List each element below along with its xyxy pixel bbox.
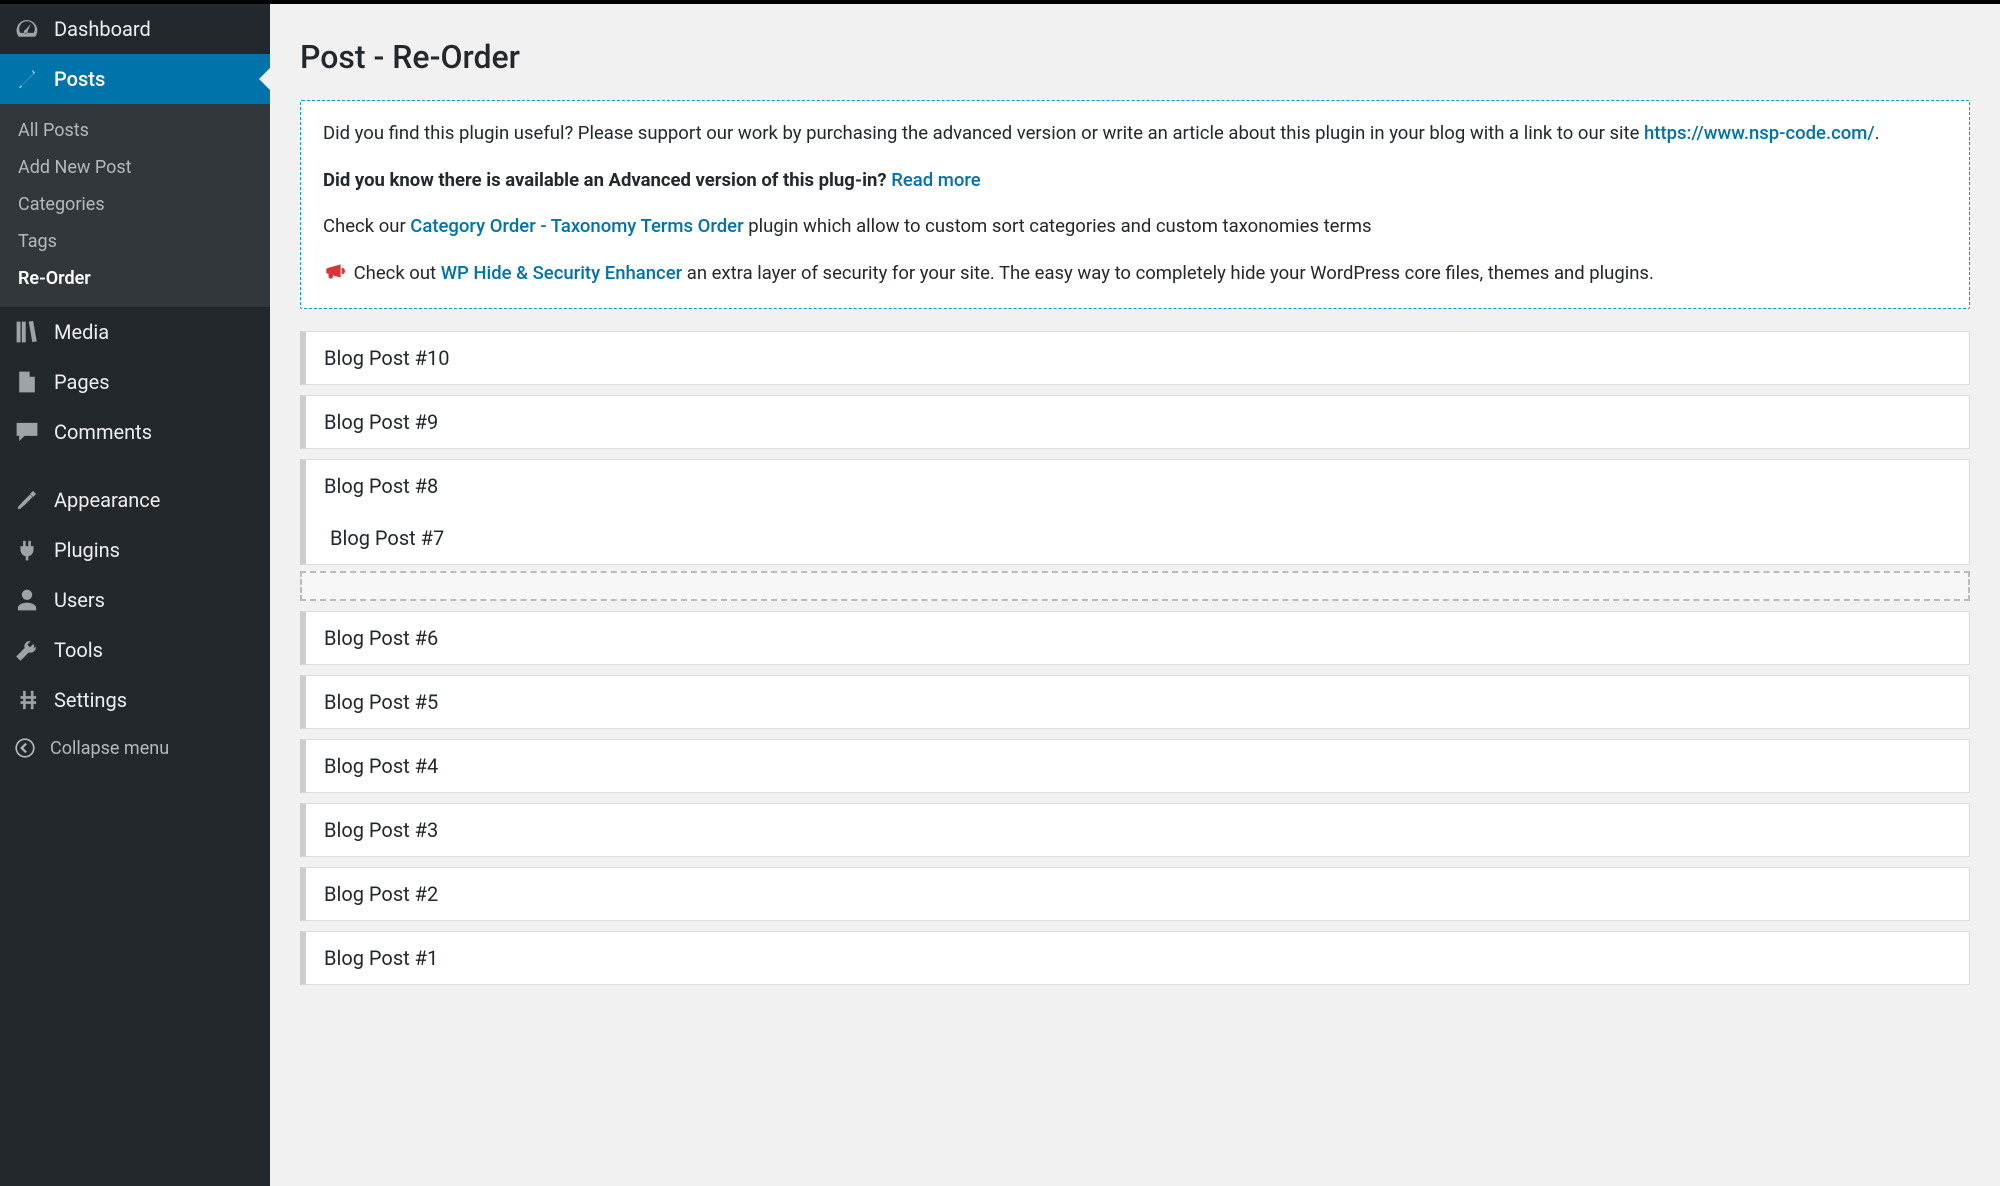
menu-plugins[interactable]: Plugins [0,525,270,575]
sortable-item[interactable]: Blog Post #10 [300,331,1970,385]
menu-label: Users [54,588,105,612]
nsp-code-link[interactable]: https://www.nsp-code.com/ [1644,122,1875,144]
submenu-all-posts[interactable]: All Posts [0,112,270,149]
submenu-categories[interactable]: Categories [0,186,270,223]
collapse-menu[interactable]: Collapse menu [0,725,270,771]
notice-paragraph: Check out WP Hide & Security Enhancer an… [323,259,1947,288]
item-title-row: Blog Post #8 [306,460,1969,512]
menu-dashboard[interactable]: Dashboard [0,4,270,54]
plugin-notice: Did you find this plugin useful? Please … [300,100,1970,309]
item-title: Blog Post #2 [324,882,438,906]
submenu-add-new[interactable]: Add New Post [0,149,270,186]
notice-paragraph: Check our Category Order - Taxonomy Term… [323,212,1947,241]
menu-label: Plugins [54,538,120,562]
notice-text: Did you find this plugin useful? Please … [323,122,1644,144]
menu-comments[interactable]: Comments [0,407,270,457]
notice-text: Check out [354,262,441,284]
appearance-icon [14,487,40,513]
item-title: Blog Post #1 [324,946,438,970]
notice-paragraph: Did you find this plugin useful? Please … [323,119,1947,148]
page-title: Post - Re-Order [300,38,1970,76]
menu-pages[interactable]: Pages [0,357,270,407]
comments-icon [14,419,40,445]
pages-icon [14,369,40,395]
menu-label: Tools [54,638,103,662]
menu-users[interactable]: Users [0,575,270,625]
sortable-item[interactable]: Blog Post #3 [300,803,1970,857]
menu-label: Appearance [54,488,160,512]
item-title: Blog Post #3 [324,818,438,842]
sortable-item[interactable]: Blog Post #1 [300,931,1970,985]
settings-icon [14,687,40,713]
menu-tools[interactable]: Tools [0,625,270,675]
menu-label: Media [54,320,109,344]
sortable-item[interactable]: Blog Post #2 [300,867,1970,921]
collapse-label: Collapse menu [50,738,169,759]
sortable-item-dragging-group[interactable]: Blog Post #8 Blog Post #7 [300,459,1970,565]
menu-media[interactable]: Media [0,307,270,357]
menu-label: Settings [54,688,127,712]
collapse-icon [14,737,36,759]
menu-posts[interactable]: Posts [0,54,270,104]
menu-separator [0,457,270,475]
tools-icon [14,637,40,663]
wp-hide-link[interactable]: WP Hide & Security Enhancer [441,262,682,284]
sortable-item[interactable]: Blog Post #6 [300,611,1970,665]
submenu-tags[interactable]: Tags [0,223,270,260]
drop-placeholder[interactable] [300,571,1970,601]
category-order-link[interactable]: Category Order - Taxonomy Terms Order [410,215,743,237]
layout: Dashboard Posts All Posts Add New Post C… [0,4,2000,1186]
submenu-reorder[interactable]: Re-Order [0,260,270,297]
menu-label: Comments [54,420,152,444]
notice-strong: Did you know there is available an Advan… [323,169,887,191]
sortable-item[interactable]: Blog Post #4 [300,739,1970,793]
item-title: Blog Post #8 [324,474,438,498]
notice-text: an extra layer of security for your site… [687,262,1654,284]
notice-text: Check our [323,215,410,237]
admin-sidebar: Dashboard Posts All Posts Add New Post C… [0,4,270,1186]
item-title: Blog Post #10 [324,346,449,370]
notice-text: plugin which allow to custom sort catego… [748,215,1371,237]
dashboard-icon [14,16,40,42]
read-more-link[interactable]: Read more [891,169,980,191]
item-title-row: Blog Post #7 [300,512,1969,564]
submenu-posts: All Posts Add New Post Categories Tags R… [0,104,270,307]
sortable-item[interactable]: Blog Post #9 [300,395,1970,449]
item-title: Blog Post #6 [324,626,438,650]
item-title: Blog Post #7 [330,526,444,550]
sortable-list: Blog Post #10 Blog Post #9 Blog Post #8 … [300,331,1970,985]
item-title: Blog Post #9 [324,410,438,434]
menu-label: Pages [54,370,110,394]
menu-appearance[interactable]: Appearance [0,475,270,525]
item-title: Blog Post #4 [324,754,438,778]
plugins-icon [14,537,40,563]
menu-label: Posts [54,67,105,91]
item-title: Blog Post #5 [324,690,438,714]
users-icon [14,587,40,613]
content: Post - Re-Order Did you find this plugin… [270,4,2000,1186]
pin-icon [14,66,40,92]
media-icon [14,319,40,345]
notice-text: . [1875,122,1880,144]
sortable-item[interactable]: Blog Post #5 [300,675,1970,729]
menu-label: Dashboard [54,17,151,41]
menu-settings[interactable]: Settings [0,675,270,725]
notice-paragraph: Did you know there is available an Advan… [323,166,1947,195]
admin-menu: Dashboard Posts All Posts Add New Post C… [0,4,270,771]
bullhorn-icon [323,260,345,282]
